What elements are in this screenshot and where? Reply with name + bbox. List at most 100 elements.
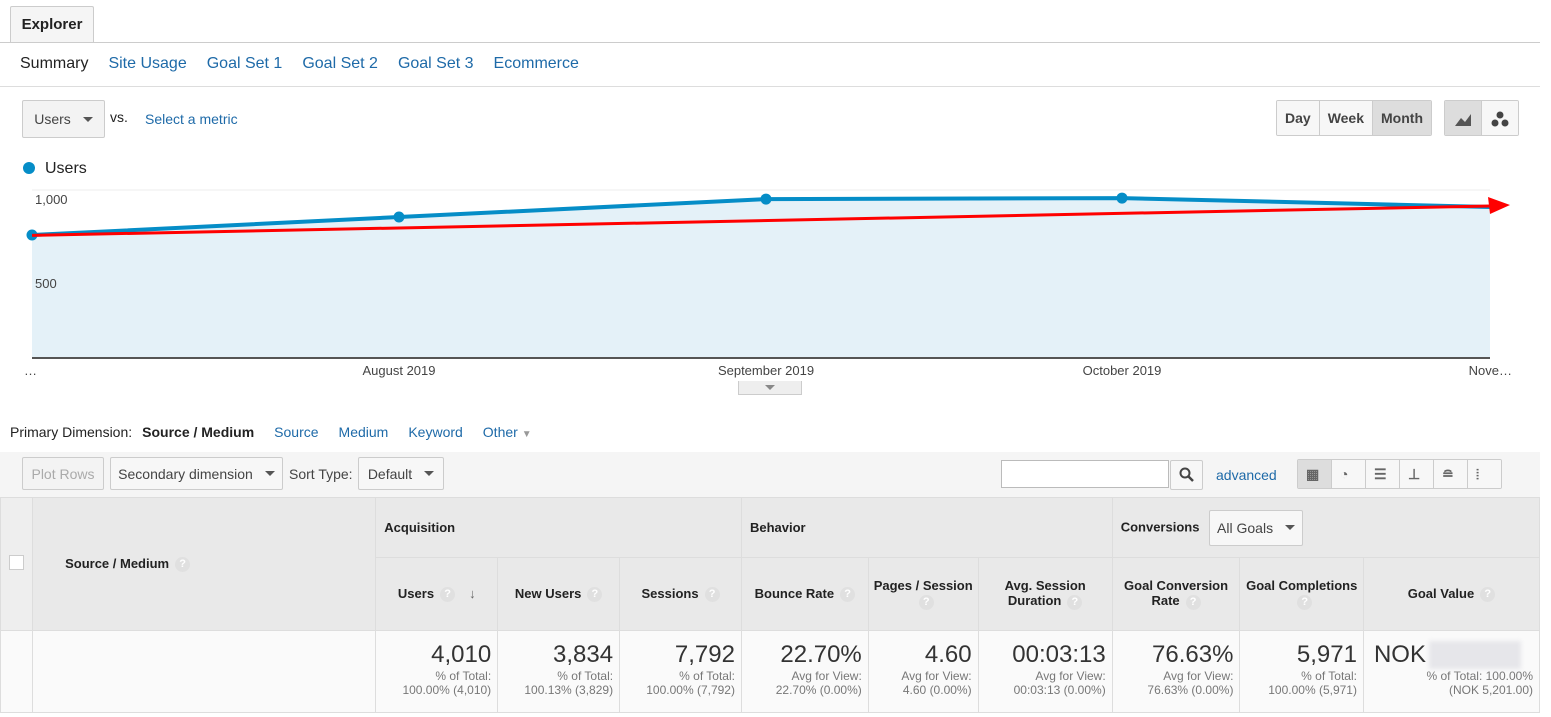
subtab-ecommerce[interactable]: Ecommerce: [494, 55, 579, 73]
subtab-goal-set-3[interactable]: Goal Set 3: [398, 55, 474, 73]
select-metric-link[interactable]: Select a metric: [145, 111, 238, 127]
sort-arrow-icon: ↓: [469, 585, 476, 601]
total-cell: 22.70% Avg for View: 22.70% (0.00%): [740, 630, 869, 713]
subtabs: Summary Site Usage Goal Set 1 Goal Set 2…: [20, 55, 579, 73]
chart-type-selector: [1444, 100, 1519, 136]
column-header[interactable]: Avg. Session Duration?: [977, 557, 1113, 631]
subtab-goal-set-1[interactable]: Goal Set 1: [207, 55, 283, 73]
column-header-label: New Users: [514, 585, 582, 601]
total-value: 4.60: [924, 641, 972, 668]
dim-header-label: Source / Medium: [65, 555, 170, 571]
chevron-down-icon: [264, 471, 275, 476]
column-header[interactable]: Bounce Rate?: [740, 557, 869, 631]
group-behavior: Behavior: [740, 497, 1113, 558]
column-header[interactable]: New Users?: [497, 557, 621, 631]
pie-view-icon[interactable]: ◔: [1332, 460, 1366, 488]
select-all-cell: [0, 497, 34, 631]
help-icon[interactable]: ?: [587, 587, 603, 603]
column-header[interactable]: Users? ↓: [375, 557, 499, 631]
y-tick-500: 500: [35, 276, 57, 291]
secondary-dimension-label: Secondary dimension: [118, 465, 253, 482]
data-point[interactable]: [393, 211, 405, 223]
legend-users: Users: [45, 160, 87, 177]
comparison-view-icon[interactable]: ⊥: [1400, 460, 1434, 488]
help-icon[interactable]: ?: [840, 587, 856, 603]
performance-view-icon[interactable]: ☰: [1366, 460, 1400, 488]
group-acquisition: Acquisition: [375, 497, 742, 558]
total-cell: 5,971% of Total: 100.00% (5,971): [1239, 630, 1364, 713]
column-header[interactable]: Pages / Session?: [867, 557, 979, 631]
data-table: Source / Medium? Acquisition Behavior Co…: [0, 497, 1541, 713]
divider: [0, 42, 1540, 43]
sort-type-dropdown[interactable]: Default: [358, 457, 444, 490]
period-selector: Day Week Month: [1276, 100, 1432, 136]
legend-dot: [23, 162, 35, 174]
dim-header[interactable]: Source / Medium?: [32, 497, 377, 631]
total-sub: % of Total:: [679, 669, 735, 683]
total-sub: (NOK 5,201.00): [1448, 683, 1533, 697]
period-day[interactable]: Day: [1277, 101, 1320, 135]
metric-dropdown[interactable]: Users: [22, 100, 105, 138]
help-icon[interactable]: ?: [704, 587, 720, 603]
column-header[interactable]: Goal Value?: [1362, 557, 1541, 631]
column-header[interactable]: Goal Conversion Rate?: [1111, 557, 1241, 631]
total-value: 00:03:13: [1012, 641, 1106, 668]
x-tick: September 2019: [718, 363, 814, 378]
sort-type-value: Default: [367, 465, 413, 482]
dim-total-cell: [32, 630, 377, 713]
dimension-keyword[interactable]: Keyword: [408, 424, 462, 440]
goals-label: All Goals: [1217, 519, 1274, 536]
dimension-medium[interactable]: Medium: [339, 424, 389, 440]
subtab-summary[interactable]: Summary: [20, 55, 88, 73]
total-sub: Avg for View:: [1035, 669, 1106, 683]
total-sub: 100.13% (3,829): [524, 683, 614, 697]
subtab-site-usage[interactable]: Site Usage: [108, 55, 186, 73]
dimension-other[interactable]: Other ▼: [483, 424, 532, 440]
help-icon[interactable]: ?: [175, 557, 191, 573]
total-cell: 4,010% of Total: 100.00% (4,010): [375, 630, 499, 713]
period-month[interactable]: Month: [1373, 101, 1431, 135]
data-point[interactable]: [1116, 192, 1128, 204]
help-icon[interactable]: ?: [1185, 594, 1201, 610]
data-point[interactable]: [760, 193, 772, 205]
column-header[interactable]: Goal Completions?: [1239, 557, 1364, 631]
term-cloud-icon[interactable]: ≘: [1434, 460, 1468, 488]
goals-dropdown[interactable]: All Goals: [1209, 509, 1304, 546]
pivot-view-icon[interactable]: ⦙: [1468, 460, 1501, 488]
help-icon[interactable]: ?: [440, 587, 456, 603]
column-header-label: Goal Conversion Rate: [1124, 578, 1229, 609]
chevron-down-icon: [1285, 525, 1296, 530]
column-header[interactable]: Sessions?: [619, 557, 742, 631]
sort-type-label: Sort Type:: [289, 466, 353, 482]
total-cell: 76.63% Avg for View: 76.63% (0.00%): [1111, 630, 1241, 713]
dimension-source[interactable]: Source: [274, 424, 318, 440]
motion-chart-icon[interactable]: [1482, 101, 1518, 135]
table-search-input[interactable]: [1001, 460, 1169, 488]
search-icon[interactable]: [1170, 460, 1203, 490]
line-chart-icon[interactable]: [1445, 101, 1482, 135]
help-icon[interactable]: ?: [1480, 587, 1496, 603]
redacted-value: [1428, 641, 1521, 669]
chart-collapse-handle[interactable]: [738, 381, 802, 395]
plot-rows-button[interactable]: Plot Rows: [22, 457, 104, 490]
select-all-checkbox[interactable]: [9, 555, 25, 570]
group-conversions-label: Conversions: [1120, 518, 1200, 534]
table-view-icon[interactable]: ▦: [1298, 460, 1332, 488]
total-sub: 100.00% (7,792): [646, 683, 735, 697]
total-sub: 4.60 (0.00%): [902, 683, 972, 697]
dimension-source-medium[interactable]: Source / Medium: [142, 424, 254, 440]
help-icon[interactable]: ?: [1067, 594, 1083, 610]
advanced-link[interactable]: advanced: [1216, 467, 1277, 483]
total-sub: Avg for View:: [901, 669, 972, 683]
users-chart: 1,000 500 … August 2019 September 2019 O…: [24, 189, 1512, 378]
tab-explorer[interactable]: Explorer: [10, 6, 94, 43]
vs-label: vs.: [110, 109, 128, 125]
secondary-dimension-dropdown[interactable]: Secondary dimension: [110, 457, 283, 490]
help-icon[interactable]: ?: [918, 594, 934, 610]
period-week[interactable]: Week: [1319, 101, 1374, 135]
subtab-goal-set-2[interactable]: Goal Set 2: [302, 55, 378, 73]
chevron-down-icon: ▼: [521, 429, 532, 440]
total-cell: 7,792% of Total: 100.00% (7,792): [619, 630, 742, 713]
help-icon[interactable]: ?: [1297, 594, 1313, 610]
total-sub: 76.63% (0.00%): [1147, 683, 1234, 697]
